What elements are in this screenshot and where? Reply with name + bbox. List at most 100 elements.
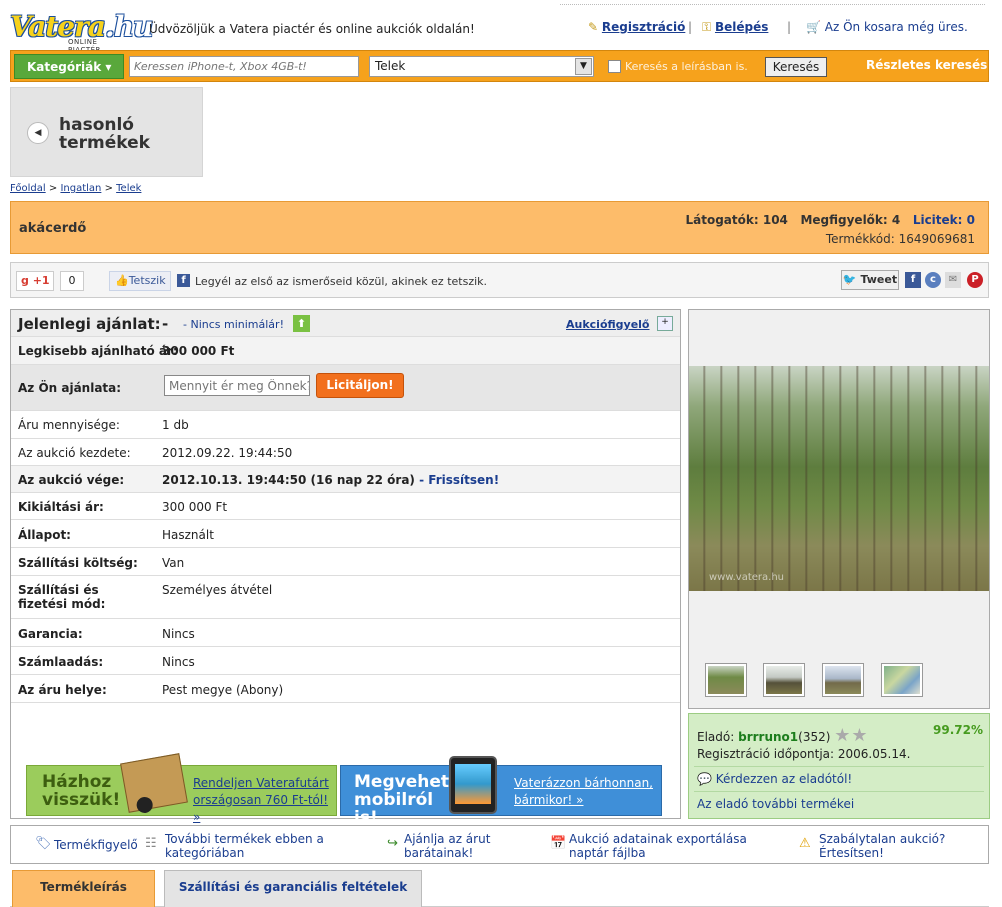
share-icon[interactable]: c xyxy=(925,272,941,288)
image-thumbnail[interactable] xyxy=(822,663,864,697)
refresh-link[interactable]: - Frissítsen! xyxy=(419,473,499,487)
chevron-down-icon: ▼ xyxy=(575,58,592,75)
image-thumbnail[interactable] xyxy=(705,663,747,697)
detail-label: Garancia: xyxy=(18,627,83,641)
report-auction-link[interactable]: Szabálytalan aukció? Értesítsen! xyxy=(819,832,969,860)
detail-label: Számlaadás: xyxy=(18,655,104,669)
your-bid-row: Az Ön ajánlata: Licitáljon! xyxy=(11,365,680,411)
mobile-banner-link[interactable]: Vaterázzon bárhonnan, bármikor! » xyxy=(514,775,654,809)
pinterest-icon[interactable]: P xyxy=(967,272,983,288)
register-link[interactable]: Regisztráció xyxy=(602,20,685,34)
header-separator: | xyxy=(787,20,792,34)
detail-label: Az aukció kezdete: xyxy=(18,446,131,460)
auction-end-value: 2012.10.13. 19:44:50 (16 nap 22 óra) xyxy=(162,473,415,487)
mobile-banner[interactable]: Megveheti mobilról is! Vaterázzon bárhon… xyxy=(340,756,662,827)
seller-positive-percent: 99.72% xyxy=(933,723,983,737)
facebook-like-button[interactable]: 👍Tetszik xyxy=(109,271,171,291)
detail-label: Szállítási költség: xyxy=(18,556,138,570)
image-thumbnail[interactable] xyxy=(763,663,805,697)
search-button[interactable]: Keresés xyxy=(765,57,827,77)
detail-row: Kikiáltási ár: 300 000 Ft xyxy=(11,493,680,520)
email-icon[interactable]: ✉ xyxy=(945,272,961,288)
min-bid-value: 300 000 Ft xyxy=(162,344,235,358)
auction-watch-link[interactable]: Aukciófigyelő xyxy=(566,318,650,331)
current-offer-label: Jelenlegi ajánlat: xyxy=(18,315,161,333)
product-title-bar: akácerdő Látogatók: 104 Megfigyelők: 4 L… xyxy=(10,201,989,254)
export-calendar-link[interactable]: Aukció adatainak exportálása naptár fájl… xyxy=(569,832,779,860)
facebook-icon: f xyxy=(177,274,190,287)
search-description-checkbox[interactable] xyxy=(608,60,621,73)
courier-banner-link[interactable]: Rendeljen Vaterafutárt országosan 760 Ft… xyxy=(193,775,333,826)
key-icon: ⚿ xyxy=(702,20,712,34)
pencil-icon: ✎ xyxy=(588,20,599,34)
facebook-share-icon[interactable]: f xyxy=(905,272,921,288)
offer-panel: Jelenlegi ajánlat: - - Nincs minimálár! … xyxy=(10,309,681,819)
more-in-category-link[interactable]: További termékek ebben a kategóriában xyxy=(165,832,335,860)
google-plus-label: +1 xyxy=(32,274,50,287)
detail-value: Nincs xyxy=(162,655,195,669)
share-arrow-icon: ↪ xyxy=(387,836,398,851)
detail-value: Van xyxy=(162,556,185,570)
tab-description[interactable]: Termékleírás xyxy=(12,870,155,907)
actions-bar: 🏷 Termékfigyelő ☷ További termékek ebben… xyxy=(10,825,989,864)
seller-divider xyxy=(694,791,984,792)
star-icon: ★ xyxy=(851,725,869,746)
detail-row: Az áru helye: Pest megye (Abony) xyxy=(11,675,680,703)
detail-value: Pest megye (Abony) xyxy=(162,683,284,697)
login-link[interactable]: Belépés xyxy=(715,20,768,34)
seller-name-link[interactable]: brrruno1 xyxy=(738,730,798,744)
category-select[interactable]: Telek ▼ xyxy=(369,56,594,77)
search-description-label: Keresés a leírásban is. xyxy=(625,60,748,73)
courier-banner-title: Házhoz visszük! xyxy=(42,772,121,810)
image-thumbnail[interactable] xyxy=(881,663,923,697)
warning-icon: ⚠ xyxy=(799,836,811,851)
seller-more-products-link[interactable]: Az eladó további termékei xyxy=(697,797,854,811)
recommend-link[interactable]: Ajánlja az árut barátainak! xyxy=(404,832,534,860)
advanced-search-link[interactable]: Részletes keresés xyxy=(866,58,987,72)
product-code-value: 1649069681 xyxy=(898,232,975,246)
tweet-label: Tweet xyxy=(860,273,898,286)
bid-button[interactable]: Licitáljon! xyxy=(316,373,404,398)
visitors-count: 104 xyxy=(762,213,788,227)
detail-label: Áru mennyisége: xyxy=(18,418,120,432)
similar-products-button[interactable]: ◀ hasonló termékek xyxy=(10,87,203,177)
cart-link[interactable]: 🛒 Az Ön kosara még üres. xyxy=(806,20,968,34)
google-plus-button[interactable]: g +1 xyxy=(16,271,54,291)
breadcrumb-telek[interactable]: Telek xyxy=(116,183,141,194)
detail-value: 2012.09.22. 19:44:50 xyxy=(162,446,293,460)
product-main-image[interactable] xyxy=(689,366,989,591)
courier-banner[interactable]: Házhoz visszük! Rendeljen Vaterafutárt o… xyxy=(26,753,337,824)
ask-seller-link[interactable]: Kérdezzen az eladótól! xyxy=(716,772,852,786)
detail-row: Az aukció vége: 2012.10.13. 19:44:50 (16… xyxy=(11,466,680,493)
vatera-logo[interactable]: Vatera.hu ONLINE PIACTÉR xyxy=(10,4,153,54)
bid-input[interactable] xyxy=(164,375,310,396)
no-minimum-text: - Nincs minimálár! xyxy=(183,318,284,331)
smartphone-icon xyxy=(449,756,497,814)
breadcrumb-ingatlan[interactable]: Ingatlan xyxy=(60,183,101,194)
header-divider xyxy=(560,4,985,5)
detail-value: Használt xyxy=(162,528,214,542)
tag-icon: 🏷 xyxy=(35,836,52,851)
search-input[interactable] xyxy=(129,56,359,77)
list-icon: ☷ xyxy=(145,836,157,851)
categories-button[interactable]: Kategóriák ▾ xyxy=(14,54,124,79)
detail-value: 300 000 Ft xyxy=(162,500,228,514)
your-bid-label: Az Ön ajánlata: xyxy=(18,381,122,395)
min-bid-row: Legkisebb ajánlható ár: 300 000 Ft xyxy=(11,337,680,365)
seller-reg-date: 2006.05.14. xyxy=(837,747,911,761)
twitter-icon: 🐦 xyxy=(842,273,857,286)
detail-value: 1 db xyxy=(162,418,189,432)
breadcrumb-separator: > xyxy=(48,183,58,194)
seller-label: Eladó: xyxy=(697,730,735,744)
product-title: akácerdő xyxy=(19,221,87,236)
detail-value: Nincs xyxy=(162,627,195,641)
like-label: Tetszik xyxy=(128,274,166,287)
watch-add-icon[interactable]: + xyxy=(657,316,673,331)
tweet-button[interactable]: 🐦 Tweet xyxy=(841,270,899,290)
product-image-panel: www.vatera.hu xyxy=(688,309,990,709)
seller-reg-label: Regisztráció időpontja: xyxy=(697,747,835,761)
tab-shipping-warranty[interactable]: Szállítási és garanciális feltételek xyxy=(164,870,422,907)
breadcrumb-home[interactable]: Főoldal xyxy=(10,183,46,194)
product-watcher-link[interactable]: Termékfigyelő xyxy=(54,838,138,852)
detail-label: Az aukció vége: xyxy=(18,473,125,487)
